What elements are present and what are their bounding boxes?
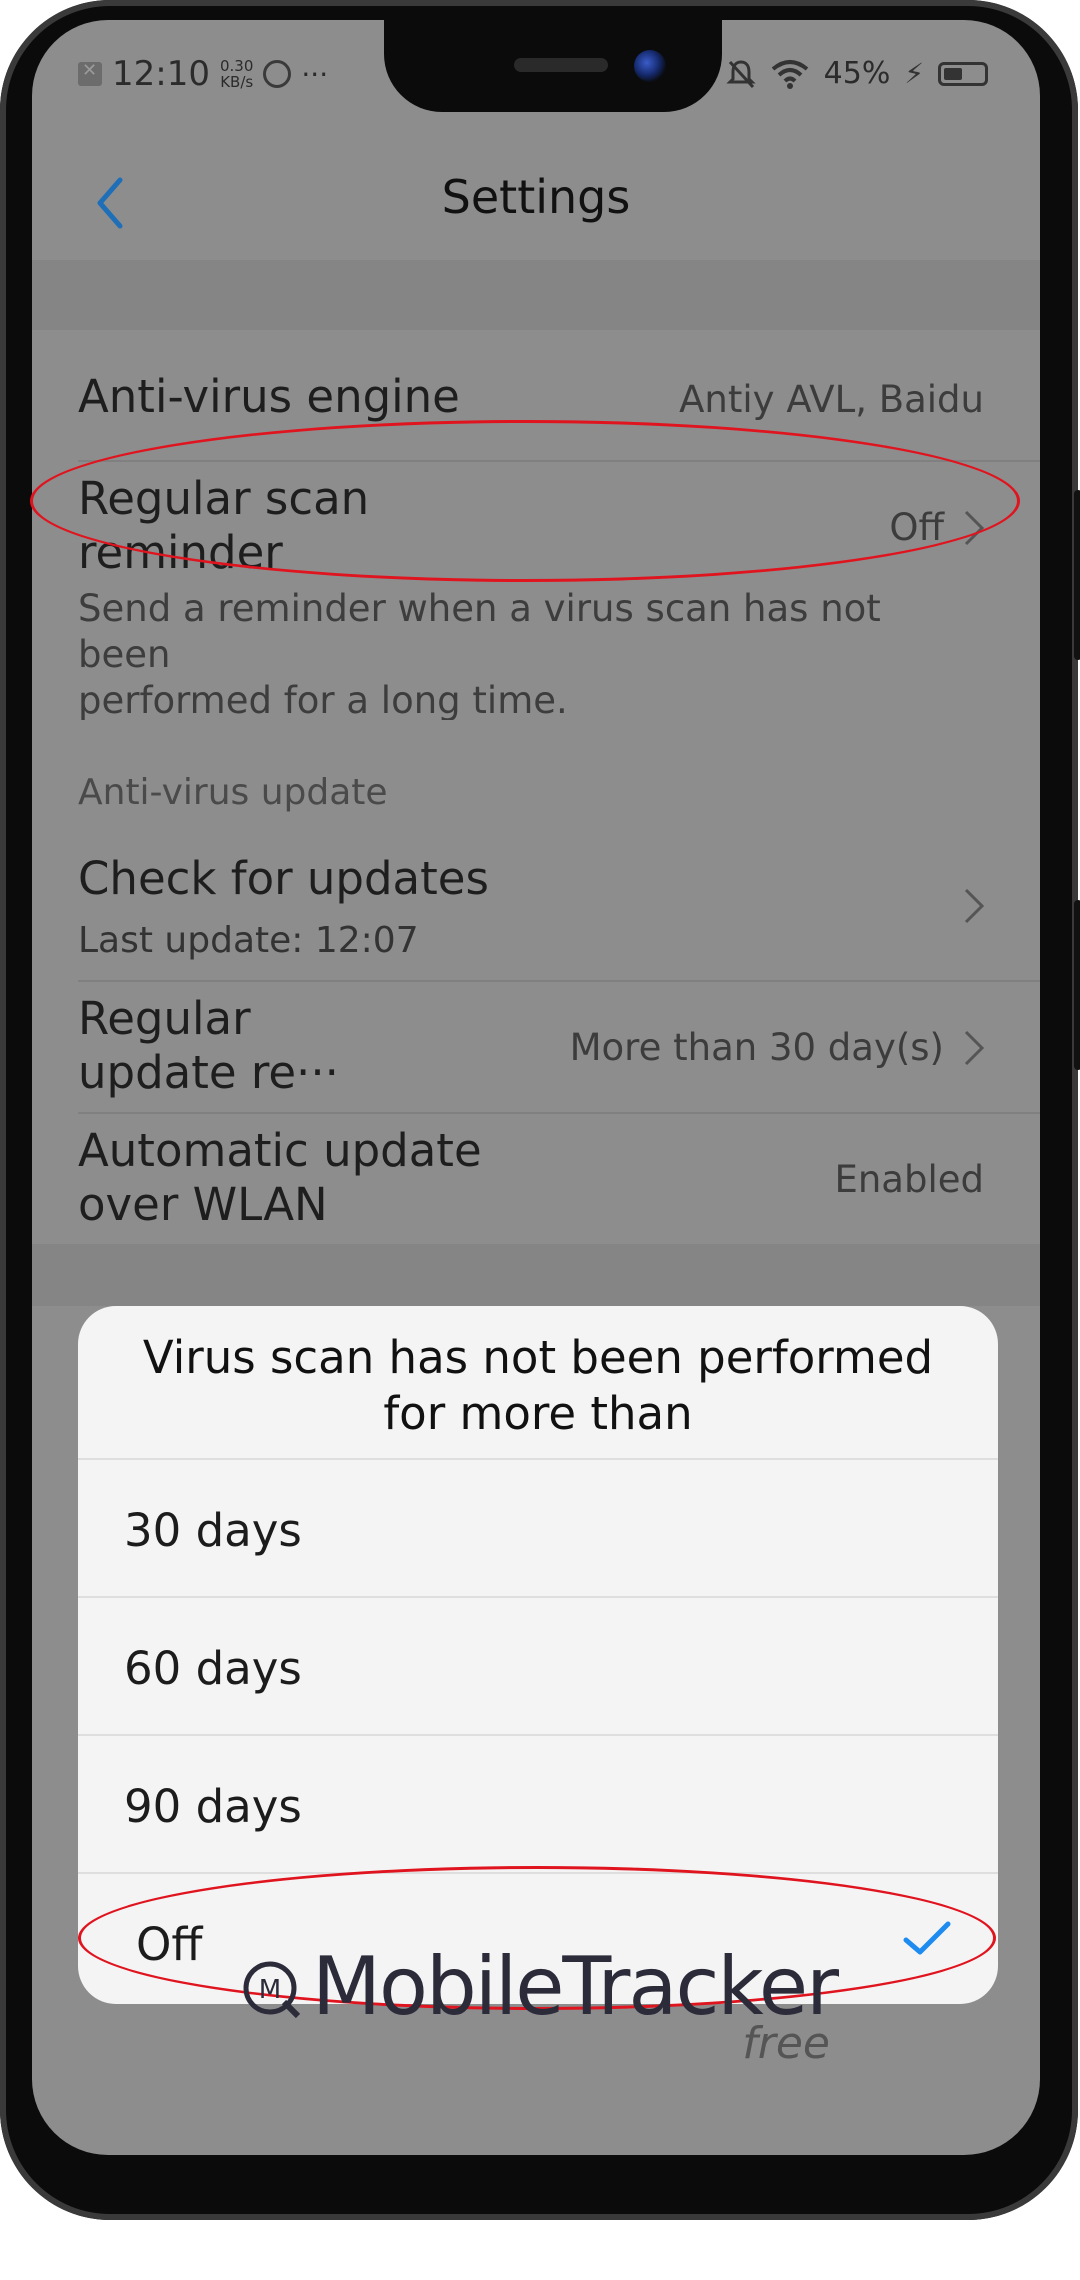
- option-90-days[interactable]: 90 days: [78, 1736, 998, 1872]
- more-notifications-icon: ···: [301, 57, 329, 91]
- dialog-title-line2: for more than: [383, 1387, 693, 1440]
- battery-percent: 45%: [823, 56, 891, 91]
- power-button: [1074, 900, 1080, 1070]
- regular-update-label: Regular update re···: [78, 992, 339, 1100]
- section-spacer: [32, 260, 1040, 330]
- status-left: 12:10 0.30 KB/s ···: [78, 54, 328, 94]
- status-bar: 12:10 0.30 KB/s ··· 45% ⚡: [32, 20, 1040, 140]
- antivirus-engine-value: Antiy AVL, Baidu: [679, 378, 984, 421]
- notification-icon: [78, 60, 102, 86]
- regular-scan-description: Send a reminder when a virus scan has no…: [78, 586, 980, 724]
- title-bar: Settings: [32, 140, 1040, 260]
- speed-value: 0.30: [219, 57, 254, 75]
- sync-icon: [263, 60, 292, 88]
- section-spacer: [32, 1244, 1040, 1306]
- chevron-right-icon: [964, 1030, 985, 1066]
- notch: [384, 20, 722, 112]
- dialog-title-line1: Virus scan has not been performed: [142, 1331, 934, 1384]
- row-automatic-update[interactable]: Automatic update over WLAN Enabled: [32, 1114, 1040, 1244]
- network-speed: 0.30 KB/s: [220, 58, 253, 90]
- check-updates-label: Check for updates: [78, 852, 489, 905]
- chevron-right-icon: [964, 888, 985, 924]
- mute-bell-icon: [726, 59, 756, 88]
- option-60-days[interactable]: 60 days: [78, 1598, 998, 1734]
- status-right: 45% ⚡: [726, 56, 988, 91]
- speed-unit: KB/s: [220, 73, 254, 91]
- automatic-update-label-line1: Automatic update: [78, 1124, 482, 1177]
- regular-update-label-line1: Regular: [78, 992, 251, 1045]
- svg-text:M: M: [259, 1975, 281, 2005]
- regular-update-label-line2: update re···: [78, 1046, 339, 1099]
- battery-icon: [938, 61, 988, 86]
- watermark: M MobileTracker free: [240, 1940, 860, 2070]
- option-label: 30 days: [124, 1504, 302, 1557]
- charging-icon: ⚡: [904, 57, 924, 90]
- option-label: 60 days: [124, 1642, 302, 1695]
- dialog-title: Virus scan has not been performed for mo…: [118, 1330, 958, 1442]
- annotation-ellipse-scan-reminder: [30, 420, 1020, 582]
- last-update-label: Last update: 12:07: [78, 920, 419, 961]
- row-check-updates[interactable]: Check for updates Last update: 12:07: [32, 832, 1040, 980]
- antivirus-engine-label: Anti-virus engine: [78, 370, 460, 423]
- automatic-update-value: Enabled: [834, 1158, 984, 1201]
- row-regular-update[interactable]: Regular update re··· More than 30 day(s): [32, 982, 1040, 1112]
- volume-button: [1074, 490, 1080, 660]
- speaker-grille: [514, 58, 608, 72]
- description-line2: performed for a long time.: [78, 679, 568, 722]
- status-time: 12:10: [112, 54, 210, 94]
- automatic-update-label-line2: over WLAN: [78, 1178, 328, 1231]
- description-line1: Send a reminder when a virus scan has no…: [78, 587, 881, 676]
- automatic-update-label: Automatic update over WLAN: [78, 1124, 482, 1232]
- page-title: Settings: [441, 170, 631, 224]
- wifi-icon: [771, 59, 808, 89]
- mobiletracker-logo-icon: M: [243, 1961, 300, 2018]
- section-header-update: Anti-virus update: [78, 772, 388, 813]
- watermark-tag: free: [742, 2018, 830, 2069]
- option-label: 90 days: [124, 1780, 302, 1833]
- front-camera: [634, 50, 666, 82]
- option-30-days[interactable]: 30 days: [78, 1460, 998, 1596]
- regular-update-value: More than 30 day(s): [569, 1026, 944, 1069]
